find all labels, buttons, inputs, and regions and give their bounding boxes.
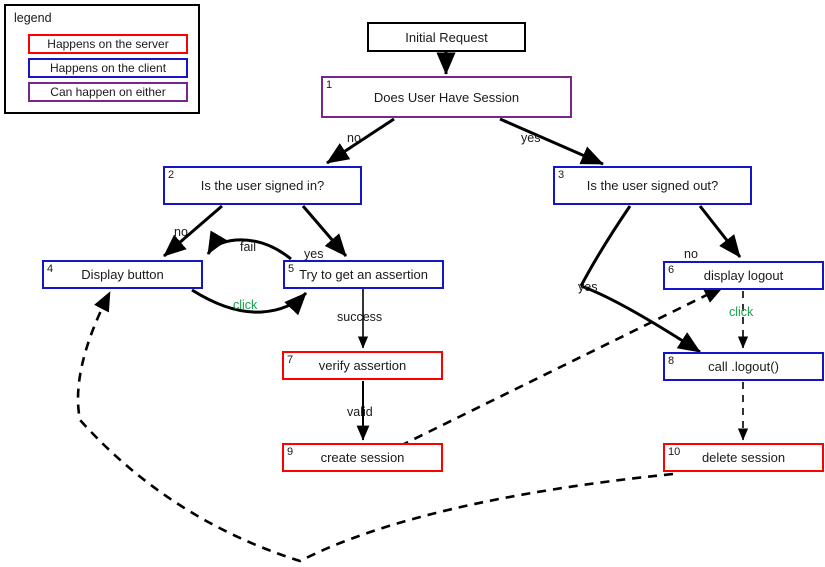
node-number-5: 5 bbox=[288, 263, 295, 275]
legend-label-client: Happens on the client bbox=[49, 61, 167, 75]
node-is-user-signed-out[interactable]: 3 Is the user signed out? bbox=[553, 166, 752, 205]
edge-3-to-8-seg1 bbox=[579, 205, 632, 287]
node-delete-session[interactable]: 10 delete session bbox=[663, 443, 824, 472]
edge-label-5-to-4-fail: fail bbox=[240, 240, 256, 254]
node-does-user-have-session[interactable]: 1 Does User Have Session bbox=[321, 76, 572, 118]
edge-label-5-to-7-success: success bbox=[337, 310, 383, 324]
legend-label-either: Can happen on either bbox=[50, 85, 166, 99]
node-label-try-to-get-an-assertion: Try to get an assertion bbox=[299, 267, 428, 282]
node-create-session[interactable]: 9 create session bbox=[282, 443, 443, 472]
edge-label-2-to-5-yes: yes bbox=[304, 247, 324, 261]
node-label-initial-request: Initial Request bbox=[405, 29, 488, 45]
edge-label-6-to-8-click: click bbox=[729, 305, 754, 319]
edge-label-2-to-4-no: no bbox=[174, 225, 188, 239]
node-label-call-logout: call .logout() bbox=[708, 359, 779, 374]
node-initial-request[interactable]: Initial Request bbox=[367, 22, 526, 52]
edge-3-to-8-seg2 bbox=[580, 284, 701, 354]
node-number-4: 4 bbox=[47, 263, 54, 275]
node-number-8: 8 bbox=[668, 355, 675, 367]
edge-10-to-4 bbox=[76, 291, 674, 563]
node-label-display-button: Display button bbox=[81, 267, 164, 282]
node-label-delete-session: delete session bbox=[701, 450, 786, 465]
node-label-is-user-signed-out: Is the user signed out? bbox=[586, 178, 719, 193]
node-number-10: 10 bbox=[668, 446, 681, 458]
node-display-logout[interactable]: 6 display logout bbox=[663, 261, 824, 290]
edge-1-to-3 bbox=[499, 117, 604, 166]
legend-row-either: Can happen on either bbox=[28, 82, 188, 102]
node-label-does-user-have-session: Does User Have Session bbox=[373, 89, 520, 105]
legend-box: legend Happens on the server Happens on … bbox=[4, 4, 200, 114]
edge-3-to-6 bbox=[698, 205, 742, 258]
node-label-create-session: create session bbox=[320, 450, 405, 465]
edge-label-3-to-6-no: no bbox=[684, 247, 698, 261]
node-try-to-get-an-assertion[interactable]: 5 Try to get an assertion bbox=[283, 260, 444, 289]
legend-row-server: Happens on the server bbox=[28, 34, 188, 54]
node-number-1: 1 bbox=[326, 79, 333, 91]
node-number-7: 7 bbox=[287, 354, 294, 366]
node-label-display-logout: display logout bbox=[703, 268, 784, 283]
node-number-2: 2 bbox=[168, 169, 175, 181]
edge-label-1-to-3-yes: yes bbox=[521, 131, 541, 145]
node-call-logout[interactable]: 8 call .logout() bbox=[663, 352, 824, 381]
legend-title: legend bbox=[14, 11, 52, 25]
node-is-user-signed-in[interactable]: 2 Is the user signed in? bbox=[163, 166, 362, 205]
node-label-is-user-signed-in: Is the user signed in? bbox=[200, 178, 325, 193]
edge-label-3-to-8-yes: yes bbox=[578, 280, 598, 294]
node-number-9: 9 bbox=[287, 446, 294, 458]
node-display-button[interactable]: 4 Display button bbox=[42, 260, 203, 289]
edge-label-1-to-2-no: no bbox=[347, 131, 361, 145]
edge-label-7-to-9-valid: valid bbox=[347, 405, 373, 419]
edge-label-4-to-5-click: click bbox=[233, 298, 258, 312]
legend-row-client: Happens on the client bbox=[28, 58, 188, 78]
legend-label-server: Happens on the server bbox=[47, 37, 169, 51]
node-verify-assertion[interactable]: 7 verify assertion bbox=[282, 351, 443, 380]
node-number-3: 3 bbox=[558, 169, 565, 181]
node-number-6: 6 bbox=[668, 264, 675, 276]
node-label-verify-assertion: verify assertion bbox=[318, 358, 407, 373]
